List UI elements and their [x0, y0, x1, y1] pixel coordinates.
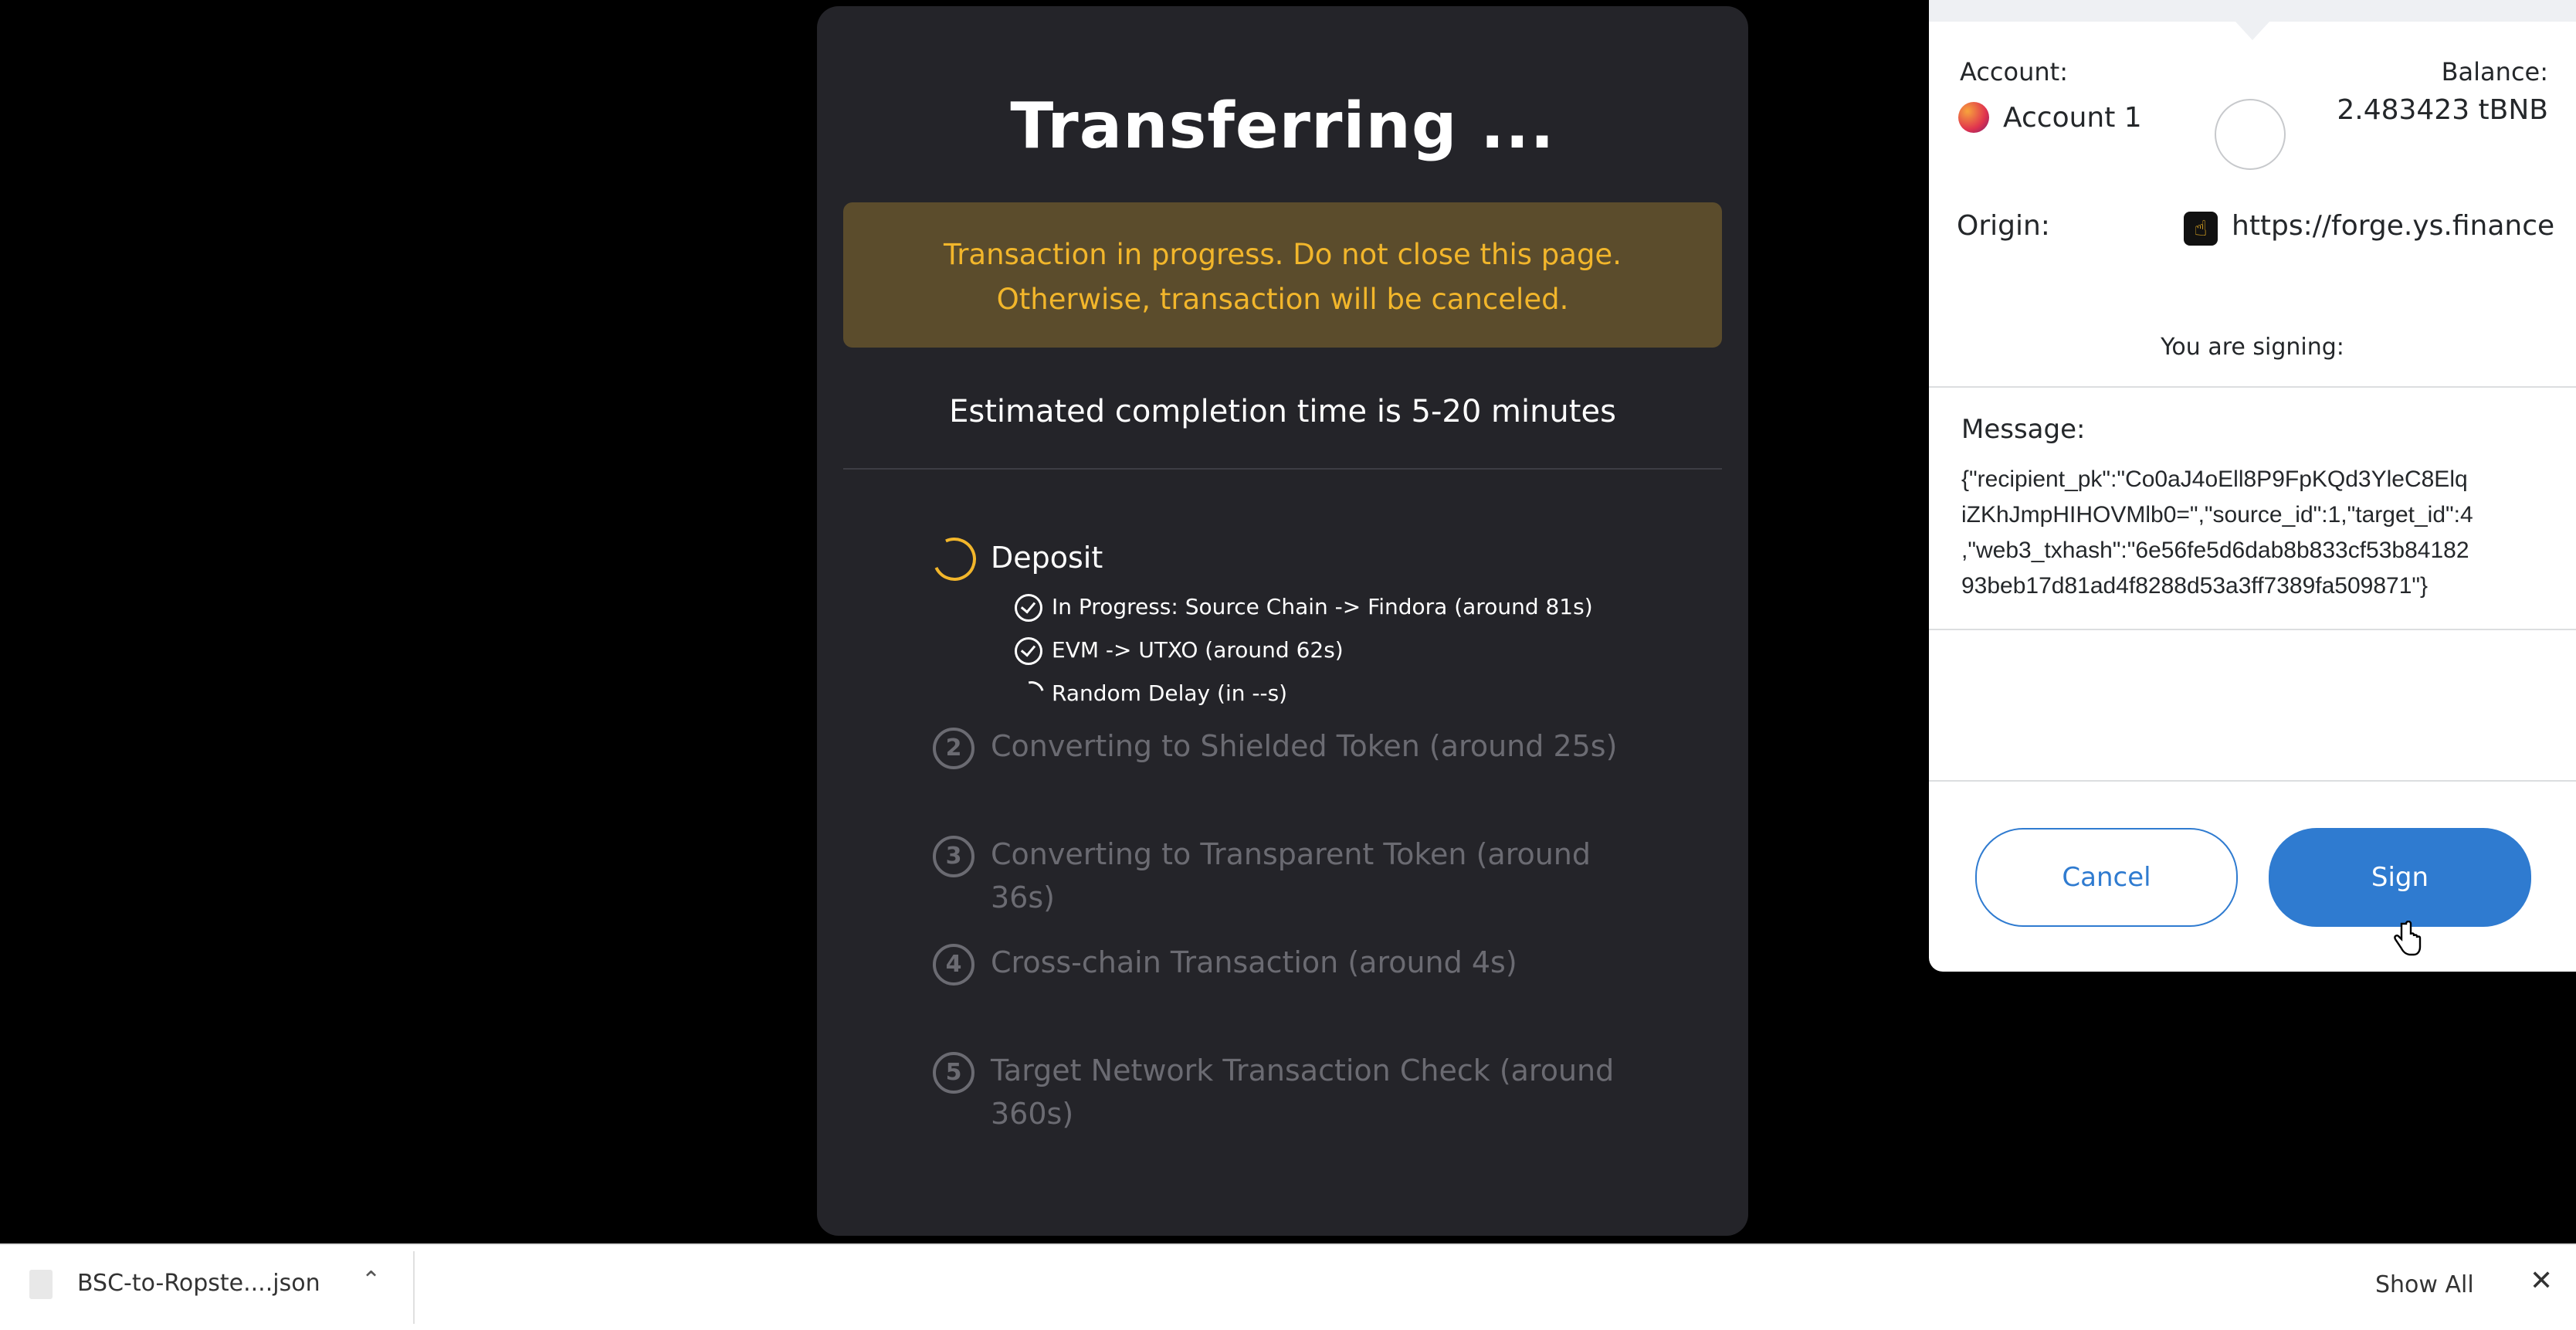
transfer-modal: Transferring ... Transaction in progress… — [817, 6, 1748, 1236]
message-body: {"recipient_pk":"Co0aJ4oEll8P9FpKQd3YleC… — [1961, 462, 2545, 604]
downloads-bar: BSC-to-Ropste....json ⌃ Show All ✕ — [0, 1243, 2576, 1330]
substep-label: EVM -> UTXO (around 62s) — [1052, 637, 1344, 663]
popup-notch — [2235, 22, 2269, 40]
origin-label: Origin: — [1957, 210, 2050, 242]
popup-top-bar — [1929, 0, 2576, 22]
sign-button[interactable]: Sign — [2269, 828, 2531, 927]
message-line: ,"web3_txhash":"6e56fe5d6dab8b833cf53b84… — [1961, 538, 2469, 563]
deposit-spinner-icon — [927, 531, 982, 587]
step-3-number-icon: 3 — [933, 836, 974, 877]
step-2-title: Converting to Shielded Token (around 25s… — [991, 729, 1618, 763]
step-5-title-line2: 360s) — [991, 1097, 1074, 1131]
warning-banner: Transaction in progress. Do not close th… — [843, 202, 1722, 348]
step-4-number-icon: 4 — [933, 944, 974, 986]
divider — [843, 468, 1722, 470]
site-identicon — [2215, 99, 2286, 170]
step-3-title-line2: 36s) — [991, 880, 1055, 914]
signing-label: You are signing: — [2161, 334, 2344, 361]
warning-text-line2: Otherwise, transaction will be canceled. — [996, 283, 1569, 316]
modal-title: Transferring ... — [1010, 90, 1555, 163]
show-all-button[interactable]: Show All — [2363, 1268, 2486, 1301]
account-label: Account: — [1960, 57, 2068, 87]
substep-label: Random Delay (in --s) — [1052, 680, 1288, 706]
step-4-title: Cross-chain Transaction (around 4s) — [991, 945, 1517, 979]
message-label: Message: — [1961, 414, 2086, 445]
check-circle-icon — [1015, 594, 1042, 622]
spinner-icon — [1015, 677, 1049, 711]
step-5-title-line1: Target Network Transaction Check (around — [991, 1053, 1615, 1087]
message-line: {"recipient_pk":"Co0aJ4oEll8P9FpKQd3YleC… — [1961, 467, 2468, 492]
balance-label: Balance: — [2441, 57, 2548, 87]
balance-value: 2.483423 tBNB — [2337, 94, 2548, 126]
estimated-time-text: Estimated completion time is 5-20 minute… — [949, 394, 1616, 429]
cancel-button[interactable]: Cancel — [1975, 828, 2238, 927]
substep-label: In Progress: Source Chain -> Findora (ar… — [1052, 594, 1593, 619]
separator — [1929, 780, 2576, 782]
separator — [1929, 386, 2576, 388]
origin-url: https://forge.ys.finance — [2232, 210, 2555, 242]
step-5-number-icon: 5 — [933, 1052, 974, 1094]
separator — [1929, 629, 2576, 630]
step-2-number-icon: 2 — [933, 728, 974, 769]
download-file-name[interactable]: BSC-to-Ropste....json — [77, 1270, 320, 1297]
file-icon — [29, 1270, 53, 1299]
account-name[interactable]: Account 1 — [2003, 102, 2142, 134]
wallet-signature-popup: Account: Account 1 Balance: 2.483423 tBN… — [1929, 0, 2576, 972]
step-3-title-line1: Converting to Transparent Token (around — [991, 837, 1591, 871]
divider — [413, 1251, 415, 1324]
close-icon[interactable]: ✕ — [2530, 1265, 2553, 1297]
check-circle-icon — [1015, 637, 1042, 665]
step-deposit-title: Deposit — [991, 541, 1103, 575]
origin-favicon-icon: ☝ — [2184, 212, 2218, 246]
hand-pointer-cursor-icon — [2394, 921, 2422, 956]
message-line: iZKhJmpHIHOVMlb0=","source_id":1,"target… — [1961, 502, 2473, 528]
warning-text-line1: Transaction in progress. Do not close th… — [944, 238, 1622, 271]
account-avatar-icon — [1958, 102, 1989, 133]
chevron-up-icon[interactable]: ⌃ — [361, 1267, 381, 1294]
message-line: 93beb17d81ad4f8288d53a3ff7389fa509871"} — [1961, 573, 2429, 599]
